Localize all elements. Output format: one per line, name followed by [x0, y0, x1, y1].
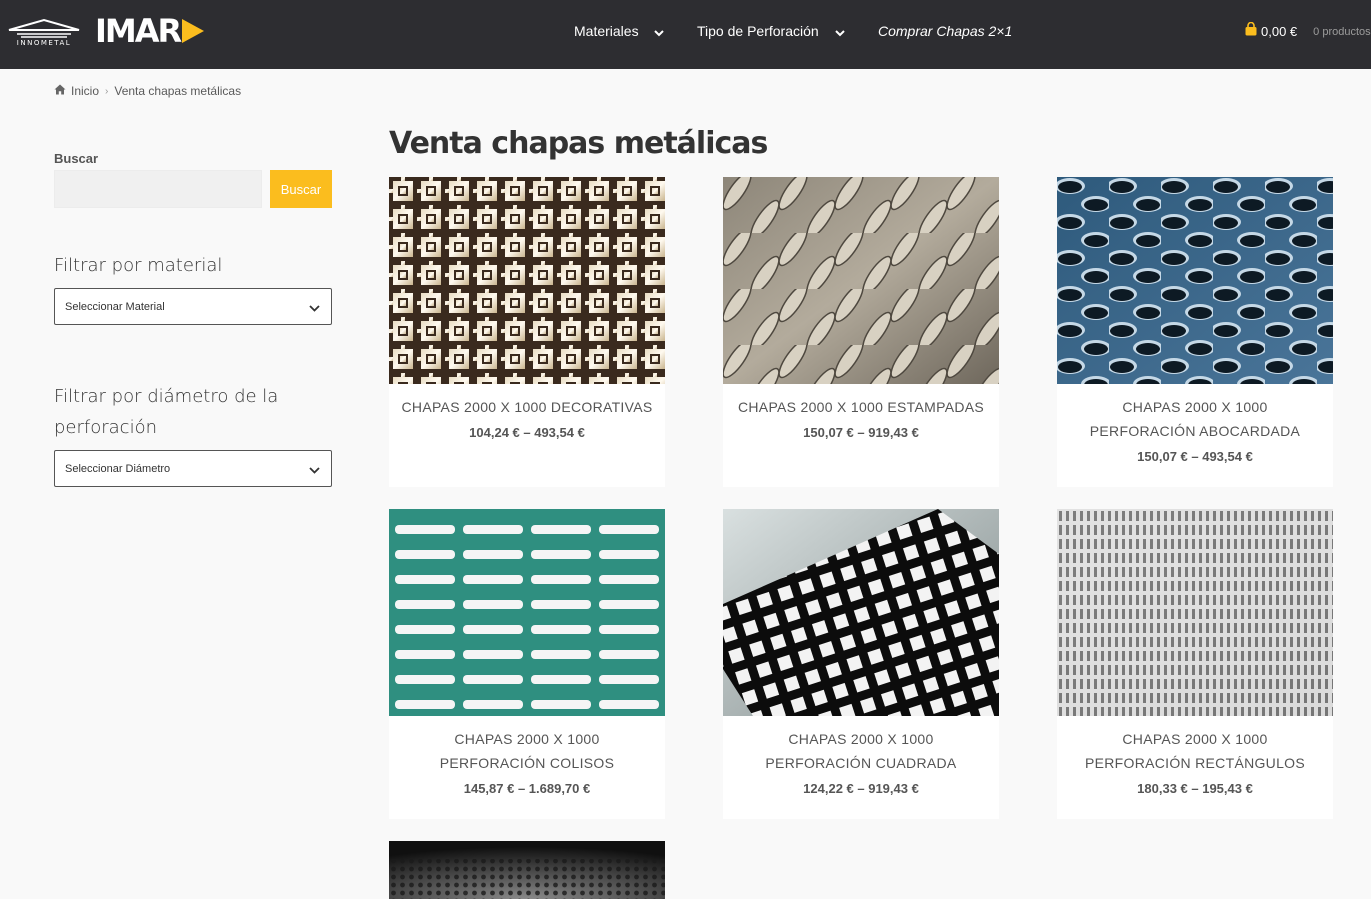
product-card-abocardada[interactable]: CHAPAS 2000 X 1000 PERFORACIÓN ABOCARDAD… [1057, 177, 1333, 487]
cart-link[interactable]: 0,00 € 0 productos [1244, 21, 1371, 41]
innometal-logo[interactable]: INNOMETAL [5, 16, 83, 47]
breadcrumb-home-link[interactable]: Inicio [71, 84, 99, 98]
product-price: 180,33 € – 195,43 € [1137, 781, 1253, 796]
nav-item-label: Comprar Chapas 2×1 [878, 23, 1013, 39]
product-card-rectangulos[interactable]: CHAPAS 2000 X 1000 PERFORACIÓN RECTÁNGUL… [1057, 509, 1333, 819]
product-image[interactable] [723, 509, 999, 716]
product-name[interactable]: CHAPAS 2000 X 1000 ESTAMPADAS [723, 384, 999, 419]
product-image[interactable] [389, 177, 665, 384]
filter-material-title: Filtrar por material [54, 255, 223, 276]
product-image[interactable] [389, 509, 665, 716]
search-label: Buscar [54, 151, 99, 166]
chevron-down-icon [309, 303, 320, 315]
product-price: 104,24 € – 493,54 € [469, 425, 585, 440]
svg-text:INNOMETAL: INNOMETAL [17, 39, 71, 46]
breadcrumb: Inicio › Venta chapas metálicas [54, 84, 241, 98]
nav-item-materiales[interactable]: Materiales [574, 22, 665, 41]
site-header: INNOMETAL IMAR Materiales Tipo de Perfor… [0, 0, 1371, 69]
cart-amount: 0,00 € [1261, 24, 1298, 39]
product-image[interactable] [1057, 177, 1333, 384]
cart-count: 0 productos [1313, 25, 1371, 38]
play-arrow-icon [182, 19, 205, 43]
chevron-down-icon [309, 465, 320, 477]
home-icon[interactable] [54, 84, 66, 98]
breadcrumb-current: Venta chapas metálicas [114, 84, 242, 98]
search-input[interactable] [54, 170, 262, 208]
nav-item-label: Tipo de Perforación [697, 23, 819, 39]
product-name[interactable]: CHAPAS 2000 X 1000 PERFORACIÓN ABOCARDAD… [1057, 384, 1333, 443]
diameter-select-value: Seleccionar Diámetro [65, 462, 171, 475]
imar-logo-text: IMAR [95, 12, 182, 50]
product-name[interactable]: CHAPAS 2000 X 1000 PERFORACIÓN COLISOS [389, 716, 665, 775]
imar-logo[interactable]: IMAR [95, 12, 205, 50]
breadcrumb-separator: › [105, 85, 109, 97]
material-select[interactable]: Seleccionar Material [54, 288, 332, 325]
material-select-value: Seleccionar Material [65, 300, 165, 313]
product-card-partial[interactable] [389, 841, 665, 899]
product-card-cuadrada[interactable]: CHAPAS 2000 X 1000 PERFORACIÓN CUADRADA … [723, 509, 999, 819]
search-button[interactable]: Buscar [270, 170, 332, 208]
product-image[interactable] [389, 841, 665, 899]
product-card-decorativas[interactable]: CHAPAS 2000 X 1000 DECORATIVAS 104,24 € … [389, 177, 665, 487]
product-price: 150,07 € – 493,54 € [1137, 449, 1253, 464]
product-card-estampadas[interactable]: CHAPAS 2000 X 1000 ESTAMPADAS 150,07 € –… [723, 177, 999, 487]
product-name[interactable]: CHAPAS 2000 X 1000 PERFORACIÓN RECTÁNGUL… [1057, 716, 1333, 775]
product-name[interactable]: CHAPAS 2000 X 1000 PERFORACIÓN CUADRADA [723, 716, 999, 775]
product-name[interactable]: CHAPAS 2000 X 1000 DECORATIVAS [389, 384, 665, 419]
product-price: 150,07 € – 919,43 € [803, 425, 919, 440]
product-card-colisos[interactable]: CHAPAS 2000 X 1000 PERFORACIÓN COLISOS 1… [389, 509, 665, 819]
nav-item-comprar-chapas[interactable]: Comprar Chapas 2×1 [878, 22, 1012, 40]
cart-icon [1244, 21, 1258, 41]
chevron-down-icon [654, 23, 665, 41]
product-image[interactable] [723, 177, 999, 384]
page-title: Venta chapas metálicas [389, 126, 768, 161]
nav-item-tipo-perforacion[interactable]: Tipo de Perforación [697, 22, 845, 41]
diameter-select[interactable]: Seleccionar Diámetro [54, 450, 332, 487]
filter-diameter-title: Filtrar por diámetro de la perforación [54, 386, 279, 438]
chevron-down-icon [834, 23, 845, 41]
product-image[interactable] [1057, 509, 1333, 716]
product-price: 145,87 € – 1.689,70 € [463, 781, 591, 796]
product-price: 124,22 € – 919,43 € [803, 781, 919, 796]
nav-item-label: Materiales [574, 23, 639, 39]
